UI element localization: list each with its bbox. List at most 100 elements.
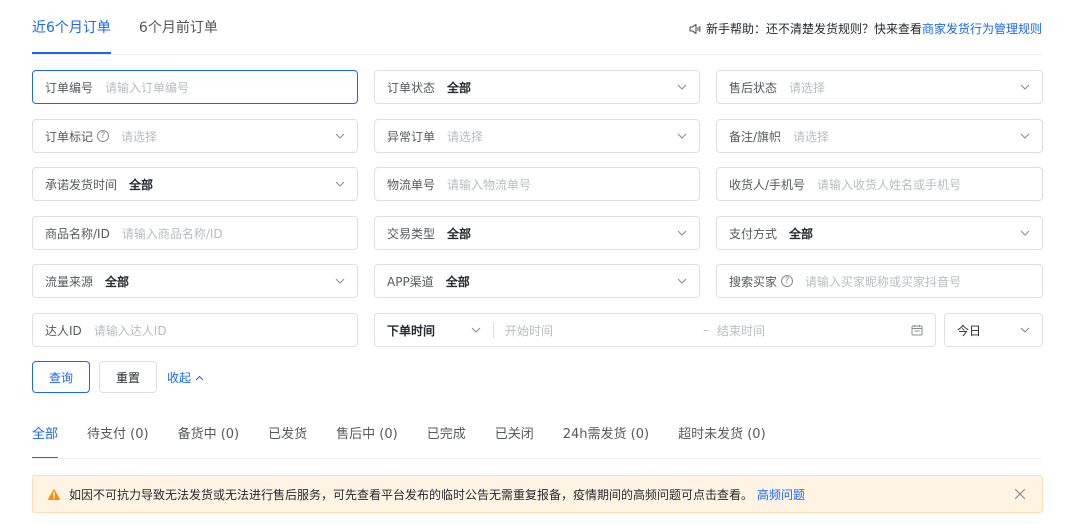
collapse-filters-button[interactable]: 收起 [167,369,204,386]
abnormal-order-label: 异常订单 [387,129,436,144]
after-sale-status-placeholder: 请选择 [789,80,826,95]
calendar-icon[interactable] [911,324,923,336]
chevron-down-icon [335,181,345,187]
after-sale-status-select[interactable]: 售后状态 请选择 [716,70,1043,104]
remark-flag-label: 备注/旗帜 [729,129,782,144]
speaker-icon [689,23,701,34]
chevron-down-icon [1020,327,1030,333]
traffic-source-label: 流量来源 [45,274,94,289]
order-time-range: 下单时间 开始时间 – 结束时间 [374,313,936,347]
logistics-number-field[interactable]: 物流单号 请输入物流单号 [374,167,700,201]
tab-older-than-6-months[interactable]: 6个月前订单 [139,0,218,54]
end-time-input[interactable]: 结束时间 [717,322,765,339]
date-preset-value: 今日 [957,323,982,338]
query-button[interactable]: 查询 [32,361,90,393]
chevron-down-icon [677,84,687,90]
app-channel-select[interactable]: APP渠道 全部 [374,264,700,298]
date-preset-select[interactable]: 今日 [944,313,1043,347]
status-tab-after-sale[interactable]: 售后中 (0) [336,417,398,459]
pay-method-select[interactable]: 支付方式 全部 [716,216,1043,250]
chevron-up-icon [195,375,204,380]
talent-id-label: 达人ID [45,323,82,338]
order-number-field[interactable]: 订单编号 请输入订单编号 [32,70,358,104]
product-field[interactable]: 商品名称/ID 请输入商品名称/ID [32,216,358,250]
trade-type-label: 交易类型 [387,226,436,241]
status-tab-closed[interactable]: 已关闭 [495,417,534,459]
chevron-down-icon [677,278,687,284]
faq-link[interactable]: 高频问题 [757,488,805,502]
order-mark-label: 订单标记? [45,128,110,145]
help-circle-icon[interactable]: ? [781,275,794,287]
tab-recent-6-months[interactable]: 近6个月订单 [32,0,111,54]
collapse-label: 收起 [167,371,192,385]
product-label: 商品名称/ID [45,226,110,241]
order-mark-select[interactable]: 订单标记? 请选择 [32,119,358,153]
product-input[interactable]: 请输入商品名称/ID [122,225,223,242]
talent-id-input[interactable]: 请输入达人ID [94,322,167,339]
order-number-input[interactable]: 请输入订单编号 [105,79,189,96]
app-channel-label: APP渠道 [387,274,434,289]
remark-flag-placeholder: 请选择 [793,129,830,144]
range-dash: – [703,323,709,337]
app-channel-value: 全部 [445,274,470,289]
notice-text: 如因不可抗力导致无法发货或无法进行售后服务，可先查看平台发布的临时公告无需重复报… [69,487,806,502]
buyer-search-label: 搜索买家? [729,273,794,290]
receiver-input[interactable]: 请输入收货人姓名或手机号 [817,176,961,193]
status-tab-all[interactable]: 全部 [32,417,59,459]
order-mark-placeholder: 请选择 [121,129,158,144]
chevron-down-icon [335,133,345,139]
notice-banner: 如因不可抗力导致无法发货或无法进行售后服务，可先查看平台发布的临时公告无需重复报… [32,475,1043,513]
trade-type-value: 全部 [447,226,472,241]
promise-ship-time-select[interactable]: 承诺发货时间 全部 [32,167,358,201]
remark-flag-select[interactable]: 备注/旗帜 请选择 [716,119,1043,153]
status-tab-shipped[interactable]: 已发货 [268,417,307,459]
pay-method-label: 支付方式 [729,226,778,241]
shipping-rules-link[interactable]: 商家发货行为管理规则 [922,20,1042,37]
chevron-down-icon [677,230,687,236]
order-status-select[interactable]: 订单状态 全部 [374,70,700,104]
after-sale-status-label: 售后状态 [729,80,778,95]
receiver-label: 收货人/手机号 [729,177,806,192]
abnormal-order-select[interactable]: 异常订单 请选择 [374,119,700,153]
time-separator [493,322,494,338]
order-status-label: 订单状态 [387,80,436,95]
status-tab-completed[interactable]: 已完成 [427,417,466,459]
buyer-search-input[interactable]: 请输入买家昵称或买家抖音号 [805,273,961,290]
start-time-input[interactable]: 开始时间 [505,322,553,339]
help-bar: 新手帮助：还不清楚发货规则？快来查看 商家发货行为管理规则 [688,20,1042,37]
promise-ship-time-value: 全部 [129,177,154,192]
chevron-down-icon [471,327,481,333]
status-tab-preparing[interactable]: 备货中 (0) [178,417,240,459]
help-text: 新手帮助：还不清楚发货规则？快来查看 [705,22,922,36]
promise-ship-time-label: 承诺发货时间 [45,177,118,192]
order-number-label: 订单编号 [45,80,94,95]
logistics-number-input[interactable]: 请输入物流单号 [447,176,531,193]
close-icon[interactable] [1014,488,1026,500]
chevron-down-icon [335,278,345,284]
traffic-source-select[interactable]: 流量来源 全部 [32,264,358,298]
talent-id-field[interactable]: 达人ID 请输入达人ID [32,313,358,347]
order-period-tabs: 近6个月订单 6个月前订单 [32,0,218,54]
abnormal-order-placeholder: 请选择 [447,129,484,144]
top-divider [32,54,1042,55]
chevron-down-icon [677,133,687,139]
traffic-source-value: 全部 [105,274,130,289]
warning-icon [47,488,61,500]
receiver-field[interactable]: 收货人/手机号 请输入收货人姓名或手机号 [716,167,1043,201]
time-type-select[interactable]: 下单时间 [375,314,493,346]
status-tab-overdue[interactable]: 超时未发货 (0) [678,417,766,459]
status-tab-ship-in-24h[interactable]: 24h需发货 (0) [563,417,649,459]
time-type-value: 下单时间 [387,323,436,338]
buyer-search-field[interactable]: 搜索买家? 请输入买家昵称或买家抖音号 [716,264,1043,298]
chevron-down-icon [1020,133,1030,139]
order-status-tabs: 全部 待支付 (0) 备货中 (0) 已发货 售后中 (0) 已完成 已关闭 2… [32,417,766,459]
reset-button[interactable]: 重置 [99,361,157,393]
status-tab-pending-payment[interactable]: 待支付 (0) [87,417,149,459]
chevron-down-icon [1020,84,1030,90]
chevron-down-icon [1020,230,1030,236]
trade-type-select[interactable]: 交易类型 全部 [374,216,700,250]
order-status-value: 全部 [447,80,472,95]
pay-method-value: 全部 [789,226,814,241]
help-circle-icon[interactable]: ? [97,130,110,142]
logistics-number-label: 物流单号 [387,177,436,192]
